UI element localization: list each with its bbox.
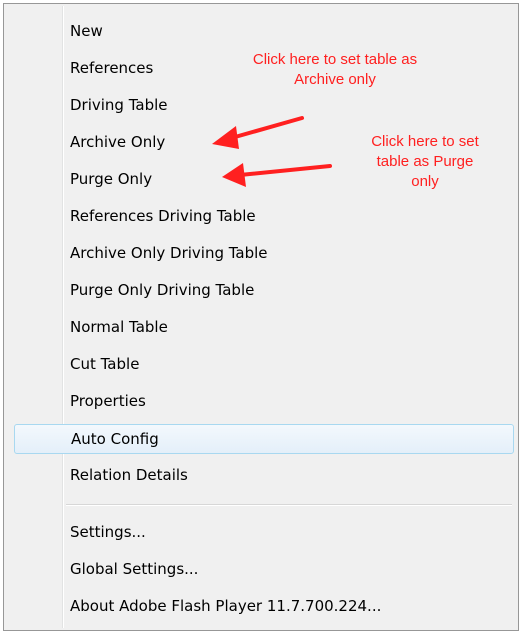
menu-item-references-driving-table[interactable]: References Driving Table xyxy=(70,201,256,231)
menu-item-purge-only[interactable]: Purge Only xyxy=(70,164,152,194)
annotation-archive: Click here to set table as Archive only xyxy=(195,50,475,90)
menu-item-archive-only-driving-table[interactable]: Archive Only Driving Table xyxy=(70,238,268,268)
annotation-archive-line2: Archive only xyxy=(294,71,376,88)
annotation-purge: Click here to set table as Purge only xyxy=(335,132,515,192)
menu-item-references[interactable]: References xyxy=(70,53,153,83)
menu-item-properties[interactable]: Properties xyxy=(70,386,146,416)
menu-item-cut-table[interactable]: Cut Table xyxy=(70,349,139,379)
menu-item-purge-only-driving-table[interactable]: Purge Only Driving Table xyxy=(70,275,254,305)
annotation-purge-line1: Click here to set xyxy=(371,133,479,150)
menu-item-archive-only[interactable]: Archive Only xyxy=(70,127,165,157)
annotation-purge-line2: table as Purge xyxy=(376,153,474,170)
menu-item-global-settings[interactable]: Global Settings... xyxy=(70,554,198,584)
context-menu: New References Driving Table Archive Onl… xyxy=(3,3,519,631)
menu-item-settings[interactable]: Settings... xyxy=(70,517,146,547)
menu-item-about-flash-player[interactable]: About Adobe Flash Player 11.7.700.224... xyxy=(70,591,381,621)
menu-gutter-divider-highlight xyxy=(63,6,64,628)
menu-item-new[interactable]: New xyxy=(70,16,103,46)
menu-item-driving-table[interactable]: Driving Table xyxy=(70,90,168,120)
menu-item-auto-config[interactable]: Auto Config xyxy=(14,424,514,454)
annotation-archive-line1: Click here to set table as xyxy=(252,51,418,68)
menu-separator xyxy=(66,504,512,506)
menu-item-normal-table[interactable]: Normal Table xyxy=(70,312,168,342)
menu-item-relation-details[interactable]: Relation Details xyxy=(70,460,188,490)
annotation-purge-line3: only xyxy=(411,173,439,190)
